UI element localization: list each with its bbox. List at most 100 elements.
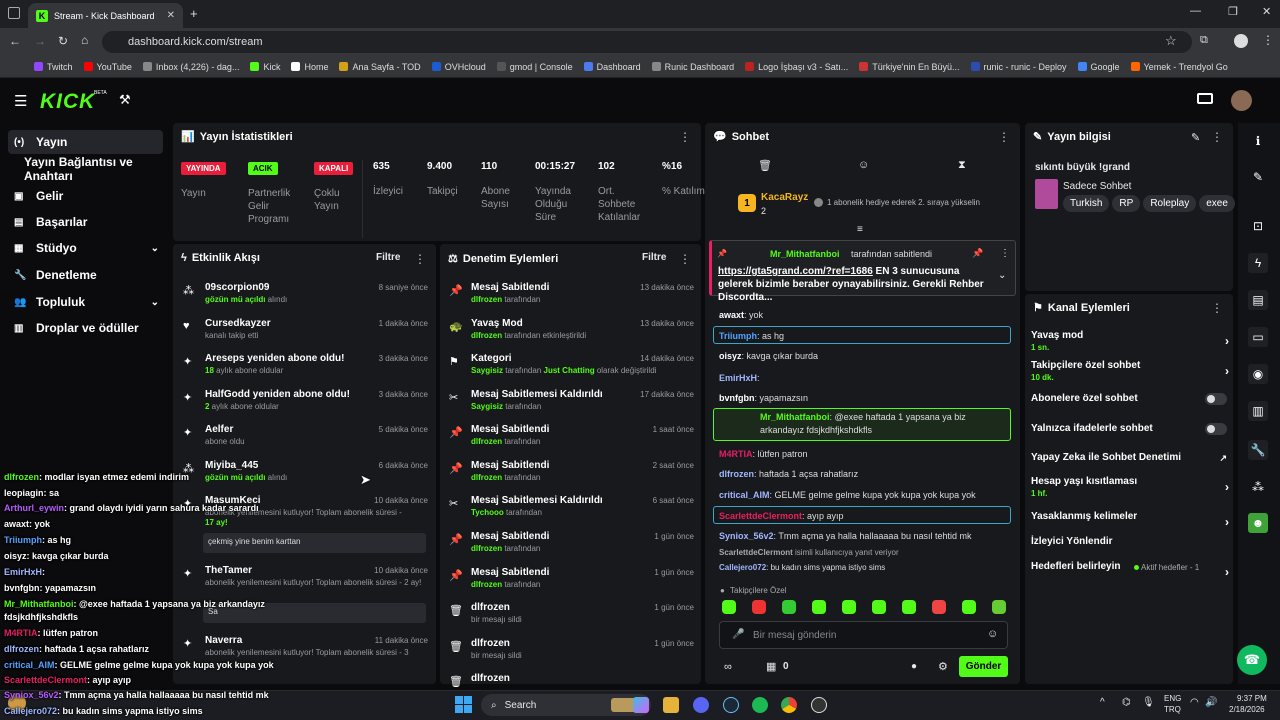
pinned-expand-icon[interactable]: ≡ <box>857 224 863 235</box>
bookmark-item[interactable]: Kick <box>250 62 280 72</box>
forward-icon[interactable]: → <box>34 34 46 48</box>
moderation-item[interactable]: 📌 Mesaj Sabitlendi dlfrozen tarafından 13 d… <box>449 282 694 312</box>
minimize-icon[interactable]: — <box>1190 5 1201 17</box>
bookmark-item[interactable]: Runic Dashboard <box>651 62 734 72</box>
emote-icon[interactable] <box>902 600 916 614</box>
moderation-item[interactable]: 📌 Mesaj Sabitlendi dlfrozen tarafından 1 sa… <box>449 424 694 454</box>
activity-filter-button[interactable]: Filtre <box>376 252 400 263</box>
chat-message[interactable]: ScarlettdeClermont isimli kullanıcıya ya… <box>719 548 899 557</box>
channel-action-row[interactable]: Takipçilere özel sohbet 10 dk. › <box>1031 360 1229 382</box>
toggle-switch[interactable] <box>1205 393 1227 405</box>
bookmark-item[interactable]: Yemek - Trendyol Go <box>1130 62 1228 72</box>
chat-message[interactable]: EmirHxH: <box>719 373 760 383</box>
channel-action-row[interactable]: Yavaş mod 1 sn. › <box>1031 330 1229 352</box>
chat-message[interactable]: Callejero072: bu kadın sims yapma istiyo… <box>719 563 885 572</box>
activity-item[interactable]: ⁂ Miyiba_445 gözün mü açıldı alındı 6 dakik… <box>183 460 428 490</box>
stream-info-menu-icon[interactable]: ⋮ <box>1211 130 1223 144</box>
chat-bubble-small-icon[interactable]: ● <box>911 661 917 672</box>
moderation-item[interactable]: ⚑ Kategori Saygisiz tarafından Just Chatti… <box>449 353 694 383</box>
discord-icon[interactable] <box>693 697 709 713</box>
chat-username[interactable]: bvnfgbn <box>719 393 755 403</box>
chat-message[interactable]: awaxt: yok <box>719 310 763 320</box>
profile-icon[interactable] <box>1234 34 1248 48</box>
moderation-item[interactable]: 🗑 dlfrozen bir mesajı sildi 1 gün önce <box>449 602 694 632</box>
info-icon[interactable]: ℹ <box>1248 131 1268 151</box>
bookmark-item[interactable]: runic - runic - Deploy <box>970 62 1067 72</box>
chat-username[interactable]: Syniox_56v2 <box>719 531 774 541</box>
notes-icon[interactable]: ▤ <box>1248 290 1268 310</box>
kick-logo[interactable]: KICK <box>40 90 95 114</box>
chat-trash-icon[interactable]: 🗑 <box>758 159 772 172</box>
chat-username[interactable]: M4RTIA <box>719 449 753 459</box>
moderation-item[interactable]: 📌 Mesaj Sabitlendi dlfrozen tarafından 1 gü… <box>449 567 694 597</box>
chat-username[interactable]: Callejero072 <box>719 563 766 572</box>
bookmark-item[interactable]: Dashboard <box>583 62 641 72</box>
new-tab-icon[interactable]: + <box>190 6 198 21</box>
moderation-item[interactable]: 📌 Mesaj Sabitlendi dlfrozen tarafından 1 gü… <box>449 531 694 561</box>
lang-top[interactable]: ENG <box>1164 694 1181 703</box>
chat-emoji-icon[interactable]: ☺ <box>987 628 998 640</box>
send-button[interactable]: Gönder <box>959 656 1008 677</box>
chat-message[interactable]: dlfrozen: haftada 1 açsa rahatlarız <box>719 469 858 479</box>
tag-chip[interactable]: RP <box>1112 195 1141 212</box>
moderation-actor[interactable]: dlfrozen <box>471 580 502 589</box>
bookmark-item[interactable]: gmod | Console <box>496 62 573 72</box>
chat-message[interactable]: bvnfgbn: yapamazsın <box>719 393 808 403</box>
capture-icon[interactable]: ⊡ <box>1248 216 1268 236</box>
channel-action-row[interactable]: Yasaklanmış kelimeler › <box>1031 511 1229 533</box>
sidebar-item-3[interactable]: ▤ Başarılar <box>8 210 163 234</box>
broadcast-icon[interactable]: ◉ <box>1248 364 1268 384</box>
avatar-rail-icon[interactable]: ☻ <box>1248 513 1268 533</box>
bookmark-item[interactable]: YouTube <box>83 62 132 72</box>
emote-icon[interactable] <box>812 600 826 614</box>
moderation-actor[interactable]: dlfrozen <box>471 473 502 482</box>
sidebar-item-0[interactable]: (•) Yayın <box>8 130 163 154</box>
moderation-item[interactable]: 🐢 Yavaş Mod dlfrozen tarafından etkinleşti… <box>449 318 694 348</box>
chevron-right-icon[interactable]: › <box>1225 515 1229 529</box>
chat-username[interactable]: dlfrozen <box>719 469 754 479</box>
chevron-right-icon[interactable]: › <box>1225 480 1229 494</box>
emote-icon[interactable] <box>842 600 856 614</box>
chat-message[interactable]: Triiumph: as hg <box>719 331 784 341</box>
moderation-actor[interactable]: Saygisiz <box>471 402 503 411</box>
chat-username[interactable]: critical_AIM <box>719 490 770 500</box>
pinned-by-user[interactable]: Mr_Mithatfanboi <box>770 249 840 259</box>
chat-username[interactable]: ScarlettdeClermont <box>719 548 793 557</box>
tag-chip[interactable]: Turkish <box>1063 195 1110 212</box>
chat-message[interactable]: ScarlettdeClermont: ayıp ayıp <box>719 511 844 521</box>
chat-users-icon[interactable]: ∞ <box>724 661 732 673</box>
chat-username[interactable]: Triiumph <box>719 331 757 341</box>
chevron-right-icon[interactable]: › <box>1225 565 1229 579</box>
sidebar-item-2[interactable]: ▣ Gelir <box>8 184 163 208</box>
tray-network-icon[interactable]: ⌬ <box>1122 697 1131 708</box>
channel-action-row[interactable]: İzleyici Yönlendir <box>1031 536 1229 558</box>
moderation-actor[interactable]: dlfrozen <box>471 295 502 304</box>
channel-action-row[interactable]: Hedefleri belirleyin Aktif hedefler - 1 › <box>1031 561 1229 583</box>
obs-icon[interactable] <box>811 697 827 713</box>
steam-icon[interactable] <box>723 697 739 713</box>
lang-bottom[interactable]: TRQ <box>1164 705 1181 714</box>
chevron-down-icon[interactable]: ⌄ <box>151 243 159 254</box>
activity-item[interactable]: ⁂ 09scorpion09 gözün mü açıldı alındı 8 san… <box>183 282 428 312</box>
pinned-menu-icon[interactable]: ⋮ <box>1000 248 1010 259</box>
chat-message[interactable]: Syniox_56v2: Tmm açma ya halla hallaaaaa… <box>719 531 971 541</box>
chat-message[interactable]: M4RTIA: lütfen patron <box>719 449 808 459</box>
community-icon[interactable]: ⁂ <box>1248 477 1268 497</box>
bookmark-item[interactable]: Inbox (4,226) - dag... <box>142 62 239 72</box>
chat-emote-icon[interactable]: ☺ <box>858 159 869 171</box>
tray-wifi-icon[interactable]: ◠ <box>1190 697 1199 708</box>
chevron-right-icon[interactable]: › <box>1225 334 1229 348</box>
sidebar-item-1[interactable]: Yayın Bağlantısı ve Anahtarı <box>8 155 173 183</box>
flash-icon[interactable]: ϟ <box>1248 253 1268 273</box>
close-window-icon[interactable]: ✕ <box>1262 5 1271 18</box>
spotify-icon[interactable] <box>752 697 768 713</box>
moderation-menu-icon[interactable]: ⋮ <box>679 252 691 266</box>
emote-icon[interactable] <box>752 600 766 614</box>
moderation-item[interactable]: ✂ Mesaj Sabitlemesi Kaldırıldı Saygisiz ta… <box>449 389 694 419</box>
bookmark-item[interactable]: Logo İşbaşı v3 - Satı... <box>745 62 848 72</box>
moderation-actor[interactable]: dlfrozen <box>471 437 502 446</box>
clock-date[interactable]: 2/18/2026 <box>1229 705 1265 714</box>
chat-username[interactable]: Mr_Mithatfanboi <box>760 412 830 422</box>
restore-icon[interactable]: ❐ <box>1228 5 1238 18</box>
chat-settings-icon[interactable]: ⚙ <box>938 660 948 673</box>
